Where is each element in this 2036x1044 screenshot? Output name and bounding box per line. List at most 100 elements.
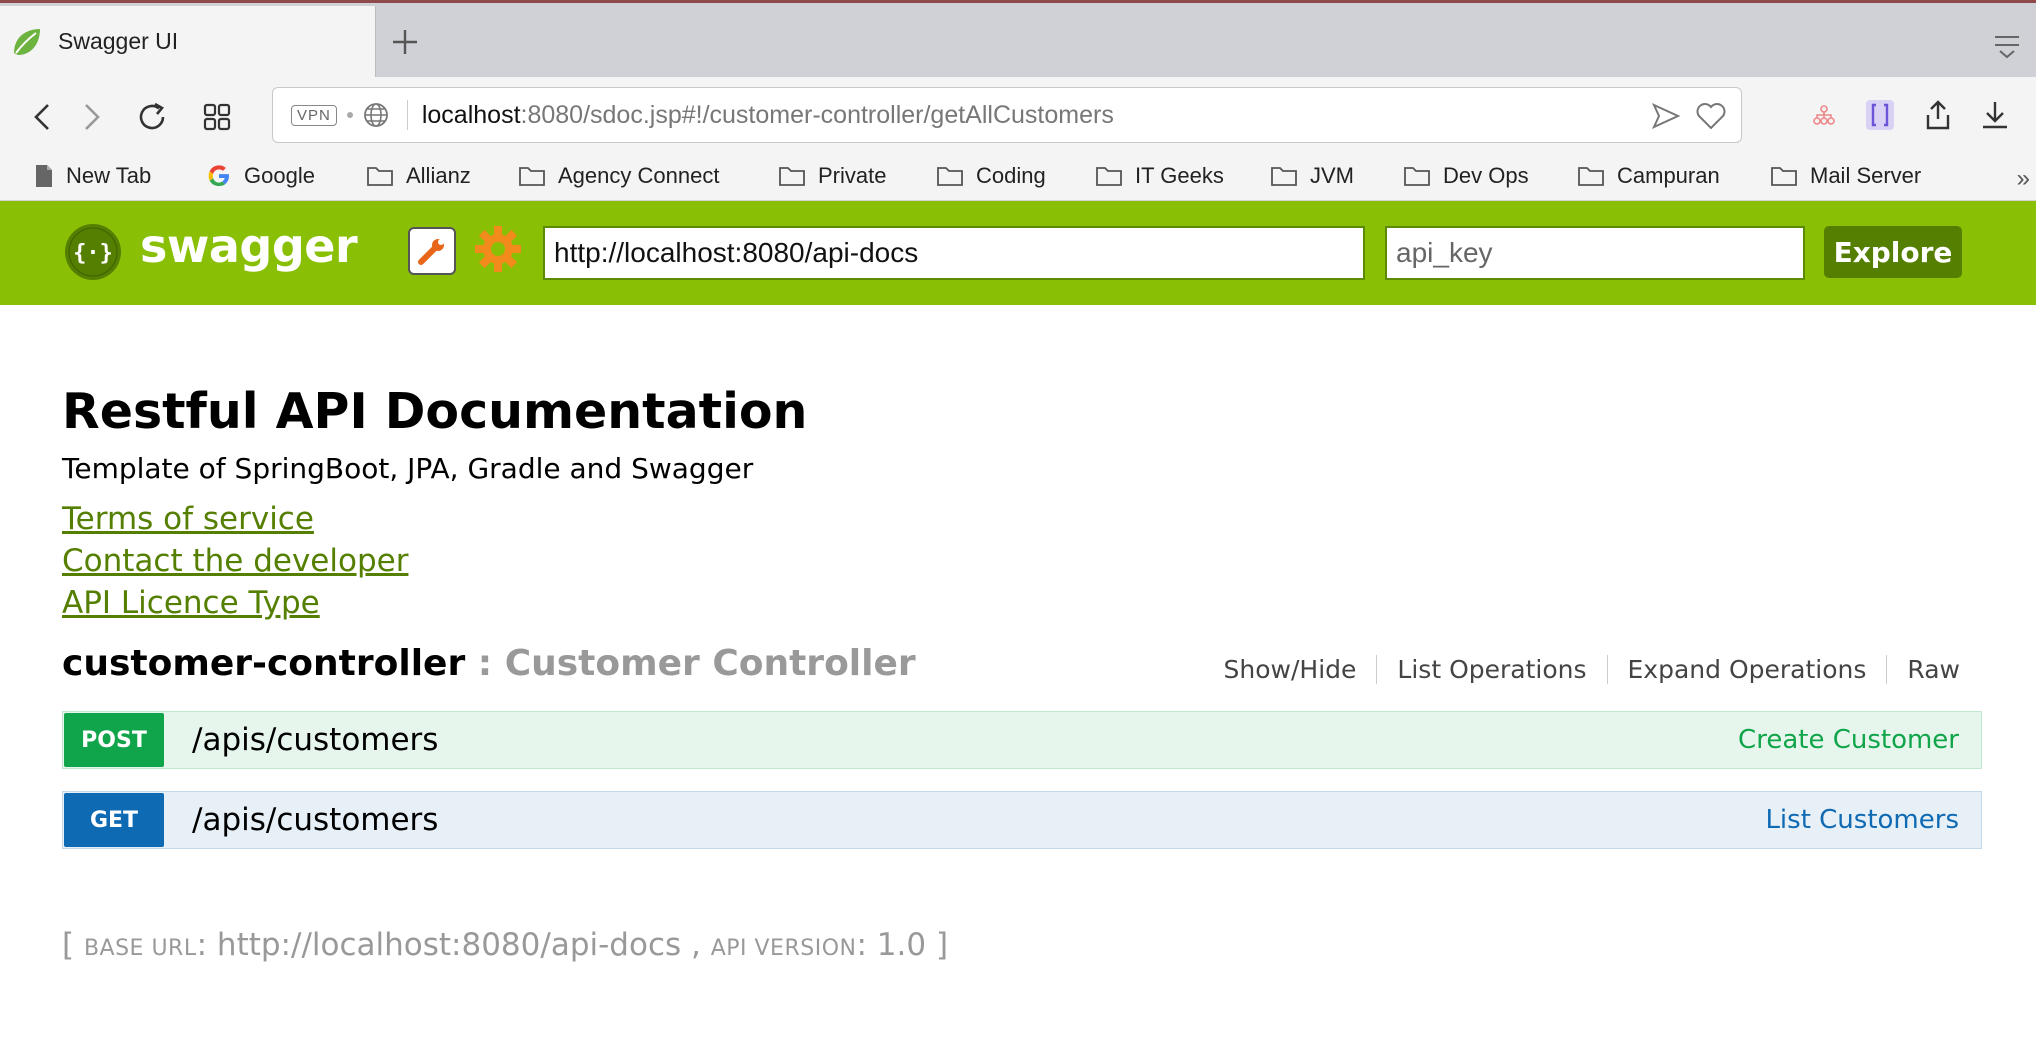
sitemap-icon — [1813, 105, 1835, 125]
swagger-logo-icon[interactable]: {·} — [64, 223, 122, 281]
bookmark-label: Coding — [976, 163, 1046, 188]
terms-of-service-link[interactable]: Terms of service — [62, 501, 314, 537]
navigation-bar: VPN localhost:8080/sdoc.jsp#!/customer-c… — [0, 77, 2036, 155]
bookmark-label: Mail Server — [1810, 163, 1922, 188]
share-icon — [1926, 100, 1950, 130]
raw-link[interactable]: Raw — [1887, 655, 1960, 684]
json-extension-button[interactable] — [1862, 97, 1898, 133]
download-icon — [1983, 102, 2007, 129]
bookmark-new-tab[interactable]: New Tab — [34, 163, 151, 189]
http-method-badge[interactable]: POST — [64, 713, 164, 767]
bookmark-label: Agency Connect — [558, 163, 720, 188]
page-icon — [36, 165, 52, 187]
bookmark-label: Dev Ops — [1443, 163, 1529, 188]
google-icon — [208, 165, 229, 186]
operation-path[interactable]: /apis/customers — [192, 722, 438, 758]
new-tab-plus-icon[interactable] — [388, 25, 422, 59]
bookmark-label: Private — [818, 163, 887, 188]
tab-menu-icon[interactable] — [1992, 33, 2022, 59]
api-licence-link[interactable]: API Licence Type — [62, 585, 320, 621]
bookmark-label: JVM — [1310, 163, 1354, 188]
bookmark-folder-campuran[interactable]: Campuran — [1577, 163, 1720, 189]
api-url-input[interactable]: http://localhost:8080/api-docs — [543, 226, 1365, 280]
contact-developer-link[interactable]: Contact the developer — [62, 543, 408, 579]
spring-leaf-icon — [14, 28, 40, 55]
chevron-left-icon — [34, 104, 49, 130]
speed-dial-button[interactable] — [197, 97, 237, 137]
bookmark-folder-dev-ops[interactable]: Dev Ops — [1403, 163, 1529, 189]
bookmark-folder-agency-connect[interactable]: Agency Connect — [518, 163, 719, 189]
grid-icon — [203, 103, 231, 131]
wrench-icon — [418, 239, 444, 265]
folder-icon — [1096, 167, 1122, 186]
reload-button[interactable] — [132, 97, 172, 137]
chevron-right-icon — [85, 104, 100, 130]
folder-icon — [1578, 167, 1604, 186]
http-method-badge[interactable]: GET — [64, 793, 164, 847]
bookmarks-bar: New Tab Google Allianz Agency Connect Pr… — [0, 155, 2036, 201]
folder-icon — [1404, 167, 1430, 186]
svg-text:{·}: {·} — [73, 241, 113, 266]
wrench-extension-button[interactable] — [408, 227, 456, 275]
operation-summary[interactable]: Create Customer — [1738, 725, 1959, 755]
address-bar[interactable]: VPN localhost:8080/sdoc.jsp#!/customer-c… — [272, 87, 1742, 143]
folder-icon — [1271, 167, 1297, 186]
reload-icon — [139, 102, 165, 130]
swagger-header: {·} swagger http://localhost:8080/api-do… — [0, 201, 2036, 305]
operation-path[interactable]: /apis/customers — [192, 802, 438, 838]
controller-name[interactable]: customer-controller — [62, 643, 465, 684]
api-description: Template of SpringBoot, JPA, Gradle and … — [62, 452, 754, 485]
gear-icon[interactable] — [472, 223, 524, 275]
bookmark-label: New Tab — [66, 163, 152, 188]
tab-swagger-ui[interactable]: Swagger UI — [0, 6, 376, 77]
bookmark-label: Campuran — [1617, 163, 1720, 188]
controller-separator: : — [465, 643, 505, 684]
bookmark-folder-it-geeks[interactable]: IT Geeks — [1095, 163, 1224, 189]
sitemap-extension-button[interactable] — [1806, 97, 1842, 133]
controller-actions: Show/Hide List Operations Expand Operati… — [1204, 655, 1960, 684]
folder-icon — [1771, 167, 1797, 186]
expand-operations-link[interactable]: Expand Operations — [1608, 655, 1888, 684]
bookmark-folder-coding[interactable]: Coding — [936, 163, 1046, 189]
bookmark-folder-jvm[interactable]: JVM — [1270, 163, 1354, 189]
bookmark-folder-allianz[interactable]: Allianz — [366, 163, 471, 189]
heart-icon[interactable] — [1695, 101, 1727, 131]
operation-summary[interactable]: List Customers — [1765, 805, 1959, 835]
base-url-value: http://localhost:8080/api-docs — [216, 927, 682, 963]
folder-icon — [519, 167, 545, 186]
bookmark-folder-private[interactable]: Private — [778, 163, 886, 189]
api-info-footer: [ BASE URL: http://localhost:8080/api-do… — [62, 927, 949, 963]
tab-strip: Swagger UI — [0, 3, 2036, 77]
operation-get-customers[interactable]: GET /apis/customers List Customers — [62, 791, 1982, 849]
separator-dot — [346, 112, 353, 118]
vpn-badge[interactable]: VPN — [291, 104, 337, 126]
back-button[interactable] — [22, 97, 62, 137]
swagger-brand[interactable]: swagger — [140, 219, 358, 273]
explore-button[interactable]: Explore — [1824, 226, 1962, 278]
send-icon[interactable] — [1651, 101, 1681, 131]
show-hide-link[interactable]: Show/Hide — [1204, 655, 1378, 684]
bookmark-folder-mail-server[interactable]: Mail Server — [1770, 163, 1921, 189]
bookmark-label: Allianz — [406, 163, 471, 188]
footer-separator: , — [681, 927, 711, 963]
api-key-input[interactable]: api_key — [1385, 226, 1805, 280]
share-button[interactable] — [1920, 97, 1956, 133]
bookmarks-overflow-button[interactable]: » — [2017, 165, 2030, 193]
json-brackets-icon — [1866, 100, 1894, 130]
url-path: :8080/sdoc.jsp#!/customer-controller/get… — [520, 100, 1114, 129]
folder-icon — [937, 167, 963, 186]
forward-button[interactable] — [72, 97, 112, 137]
list-operations-link[interactable]: List Operations — [1377, 655, 1608, 684]
footer-open-bracket: [ — [62, 927, 84, 963]
api-version-label: API VERSION — [710, 936, 857, 961]
url-text[interactable]: localhost:8080/sdoc.jsp#!/customer-contr… — [422, 101, 1114, 130]
base-url-label: BASE URL — [83, 936, 197, 961]
url-host: localhost — [421, 100, 521, 129]
bookmark-google[interactable]: Google — [206, 163, 315, 189]
bookmark-label: Google — [244, 163, 315, 188]
folder-icon — [779, 167, 805, 186]
globe-icon[interactable] — [363, 102, 389, 128]
downloads-button[interactable] — [1977, 97, 2013, 133]
controller-heading[interactable]: customer-controller : Customer Controlle… — [62, 643, 916, 684]
operation-post-customers[interactable]: POST /apis/customers Create Customer — [62, 711, 1982, 769]
